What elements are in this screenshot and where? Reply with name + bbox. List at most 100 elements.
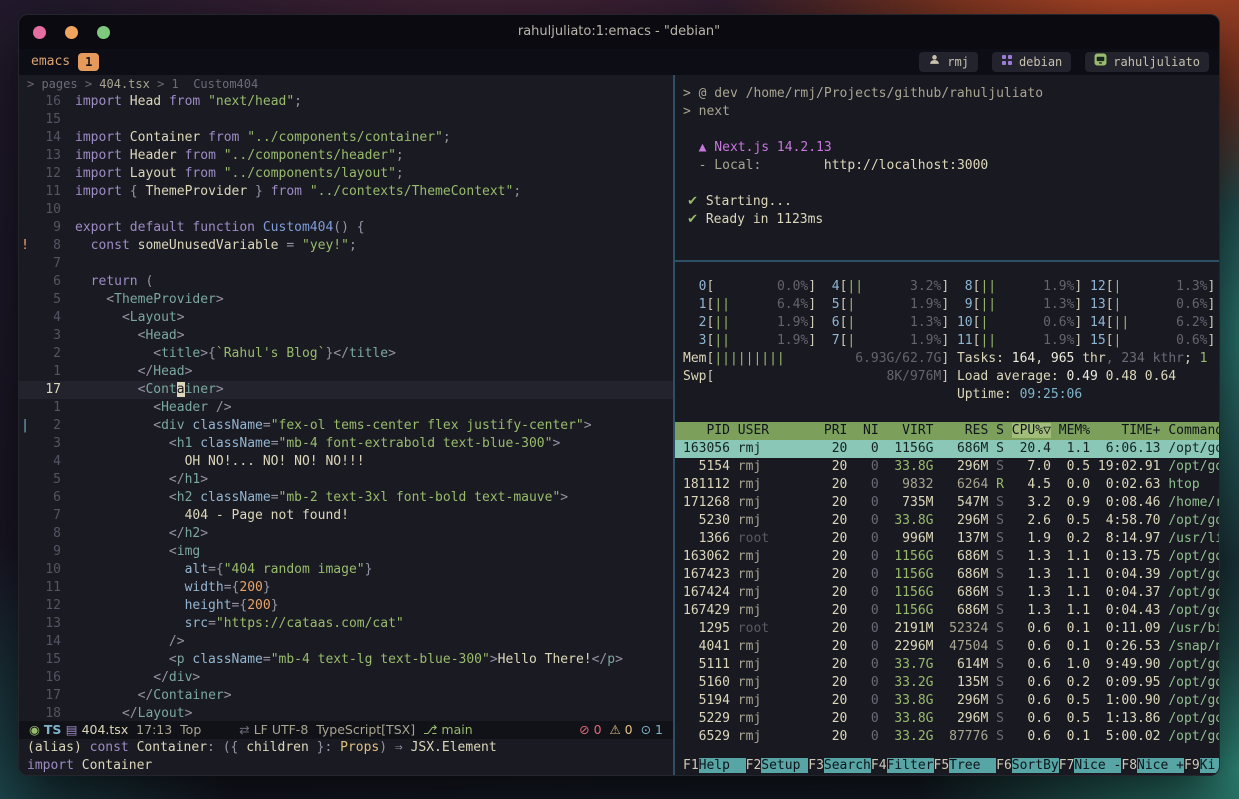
code-line[interactable]: 1 <Header /> xyxy=(19,399,673,417)
process-cell: 0 xyxy=(855,477,878,492)
fkey-f6[interactable]: F6SortBy xyxy=(996,758,1059,773)
process-row[interactable]: 5154 rmj 20 0 33.8G 296M S 7.0 0.5 19:02… xyxy=(675,458,1219,476)
code-line[interactable]: 16import Head from "next/head"; xyxy=(19,93,673,111)
code-line[interactable]: 17 </Container> xyxy=(19,687,673,705)
process-cell: 1.3 xyxy=(1012,585,1051,600)
code-token: > xyxy=(584,418,592,433)
process-row[interactable]: 4041 rmj 20 0 2296M 47504 S 0.6 0.1 0:26… xyxy=(675,638,1219,656)
code-line[interactable]: 5 <ThemeProvider> xyxy=(19,291,673,309)
column-header-ni[interactable]: NI xyxy=(855,423,878,438)
column-header-pri[interactable]: PRI xyxy=(824,423,847,438)
process-row[interactable]: 6529 rmj 20 0 33.2G 87776 S 0.6 0.1 5:00… xyxy=(675,728,1219,746)
htop-meter-line: 0[ 0.0%] 4[|| 3.2%] 8[|| 1.9%] 12[| 1.3%… xyxy=(683,278,1219,296)
code-line[interactable]: 3 <Head> xyxy=(19,327,673,345)
code-line[interactable]: 5 </h1> xyxy=(19,471,673,489)
modeline[interactable]: ◉ TS ▤ 404.tsx 17:13 Top ⇄ LF UTF-8 Type… xyxy=(19,721,673,739)
process-row[interactable]: 5194 rmj 20 0 33.8G 296M S 0.6 0.5 1:00.… xyxy=(675,692,1219,710)
column-header-time[interactable]: TIME+ xyxy=(1098,423,1161,438)
code-line[interactable]: 3 <h1 className="mb-4 font-extrabold tex… xyxy=(19,435,673,453)
code-line[interactable]: 4 <Layout> xyxy=(19,309,673,327)
process-row[interactable]: 167423 rmj 20 0 1156G 686M S 1.3 1.1 0:0… xyxy=(675,566,1219,584)
fkey-f9[interactable]: F9Ki xyxy=(1184,758,1219,773)
code-line[interactable]: 10 alt={"404 random image"} xyxy=(19,561,673,579)
code-line[interactable]: !8 const someUnusedVariable = "yey!"; xyxy=(19,237,673,255)
terminal-pane[interactable]: > @ dev /home/rmj/Projects/github/rahulj… xyxy=(675,75,1219,260)
process-row[interactable]: 171268 rmj 20 0 735M 547M S 3.2 0.9 0:08… xyxy=(675,494,1219,512)
code-line[interactable]: 14 /> xyxy=(19,633,673,651)
process-row[interactable]: 1295 root 20 0 2191M 52324 S 0.6 0.1 0:1… xyxy=(675,620,1219,638)
code-line[interactable]: 9 <img xyxy=(19,543,673,561)
process-row[interactable]: 167424 rmj 20 0 1156G 686M S 1.3 1.1 0:0… xyxy=(675,584,1219,602)
code-line[interactable]: 11 width={200} xyxy=(19,579,673,597)
code-line[interactable]: 10 xyxy=(19,201,673,219)
process-row[interactable]: 1366 root 20 0 996M 137M S 1.9 0.2 8:14.… xyxy=(675,530,1219,548)
code-line[interactable]: 12 height={200} xyxy=(19,597,673,615)
process-cell: htop xyxy=(1168,477,1199,492)
fkey-f3[interactable]: F3Search xyxy=(808,758,871,773)
column-header-user[interactable]: USER xyxy=(738,423,816,438)
code-line[interactable]: 6 <h2 className="mb-2 text-3xl font-bold… xyxy=(19,489,673,507)
process-row[interactable]: 163056 rmj 20 0 1156G 686M S 20.4 1.1 6:… xyxy=(675,440,1219,458)
code-line[interactable]: 6 return ( xyxy=(19,273,673,291)
process-cell: 33.2G xyxy=(887,675,934,690)
process-cell: 2296M xyxy=(887,639,934,654)
process-row[interactable]: 5160 rmj 20 0 33.2G 135M S 0.6 0.2 0:09.… xyxy=(675,674,1219,692)
code-token: "mb-4 text-lg text-blue-300" xyxy=(271,652,490,667)
modeline-left: ◉ TS ▤ 404.tsx 17:13 Top xyxy=(29,721,201,739)
column-header-res[interactable]: RES xyxy=(941,423,988,438)
code-line[interactable]: 12import Layout from "../components/layo… xyxy=(19,165,673,183)
column-header-virt[interactable]: VIRT xyxy=(887,423,934,438)
code-text: width={200} xyxy=(61,579,271,597)
process-cell: 20 xyxy=(824,603,847,618)
code-area[interactable]: 16import Head from "next/head"; 15 14imp… xyxy=(19,93,673,721)
process-cell: 137M xyxy=(941,531,988,546)
column-header-command[interactable]: Command xyxy=(1168,423,1219,438)
code-line[interactable]: |2 <div className="fex-ol tems-center fl… xyxy=(19,417,673,435)
code-line[interactable]: 15 <p className="mb-4 text-lg text-blue-… xyxy=(19,651,673,669)
modeline-seg: LF UTF-8 xyxy=(254,722,317,737)
code-line[interactable]: 8 </h2> xyxy=(19,525,673,543)
gap xyxy=(1051,477,1059,492)
code-line[interactable]: 2 <title>{`Rahul's Blog`}</title> xyxy=(19,345,673,363)
column-header-cpu[interactable]: CPU%▽ xyxy=(1012,423,1051,438)
code-token: return xyxy=(91,274,146,289)
fkey-f8[interactable]: F8Nice + xyxy=(1121,758,1184,773)
fkey-f7[interactable]: F7Nice - xyxy=(1059,758,1122,773)
process-row[interactable]: 167429 rmj 20 0 1156G 686M S 1.3 1.1 0:0… xyxy=(675,602,1219,620)
code-line[interactable]: 9export default function Custom404() { xyxy=(19,219,673,237)
process-row[interactable]: 163062 rmj 20 0 1156G 686M S 1.3 1.1 0:1… xyxy=(675,548,1219,566)
code-token: img xyxy=(177,544,200,559)
code-line[interactable]: 7 xyxy=(19,255,673,273)
process-cell: 181112 xyxy=(683,477,730,492)
code-token: > xyxy=(200,472,208,487)
process-row[interactable]: 5230 rmj 20 0 33.8G 296M S 2.6 0.5 4:58.… xyxy=(675,512,1219,530)
code-line[interactable]: 18 </Layout> xyxy=(19,705,673,721)
process-row[interactable]: 5229 rmj 20 0 33.8G 296M S 0.6 0.5 1:13.… xyxy=(675,710,1219,728)
code-line[interactable]: 4 OH NO!... NO! NO! NO!!! xyxy=(19,453,673,471)
gutter-fringe xyxy=(19,507,31,525)
code-line[interactable]: 13import Header from "../components/head… xyxy=(19,147,673,165)
code-line[interactable]: 1 </Head> xyxy=(19,363,673,381)
code-line[interactable]: 16 </div> xyxy=(19,669,673,687)
host-icon xyxy=(1094,52,1107,72)
fkey-f5[interactable]: F5Tree xyxy=(934,758,997,773)
code-line[interactable]: 15 xyxy=(19,111,673,129)
process-row[interactable]: 5111 rmj 20 0 33.7G 614M S 0.6 1.0 9:49.… xyxy=(675,656,1219,674)
column-header-mem[interactable]: MEM% xyxy=(1059,423,1090,438)
process-row[interactable]: 181112 rmj 20 0 9832 6264 R 4.5 0.0 0:02… xyxy=(675,476,1219,494)
fkey-f2[interactable]: F2Setup xyxy=(746,758,809,773)
column-header-pid[interactable]: PID xyxy=(683,423,730,438)
code-line[interactable]: 14import Container from "../components/c… xyxy=(19,129,673,147)
fkey-f1[interactable]: F1Help xyxy=(683,758,746,773)
breadcrumb[interactable]: > pages > 404.tsx > 1 Custom404 xyxy=(19,75,673,93)
htop-process-list[interactable]: 163056 rmj 20 0 1156G 686M S 20.4 1.1 6:… xyxy=(675,440,1219,757)
window-titlebar[interactable]: rahuljuliato:1:emacs - "debian" xyxy=(19,15,1219,49)
code-line[interactable]: 17 <Container> xyxy=(19,381,673,399)
column-header-s[interactable]: S xyxy=(996,423,1004,438)
code-line[interactable]: 13 src="https://cataas.com/cat" xyxy=(19,615,673,633)
code-line[interactable]: 11import { ThemeProvider } from "../cont… xyxy=(19,183,673,201)
code-line[interactable]: 7 404 - Page not found! xyxy=(19,507,673,525)
fkey-f4[interactable]: F4Filter xyxy=(871,758,934,773)
tmux-window-tab[interactable]: emacs 1 xyxy=(29,49,99,75)
line-number: 17 xyxy=(31,381,61,399)
